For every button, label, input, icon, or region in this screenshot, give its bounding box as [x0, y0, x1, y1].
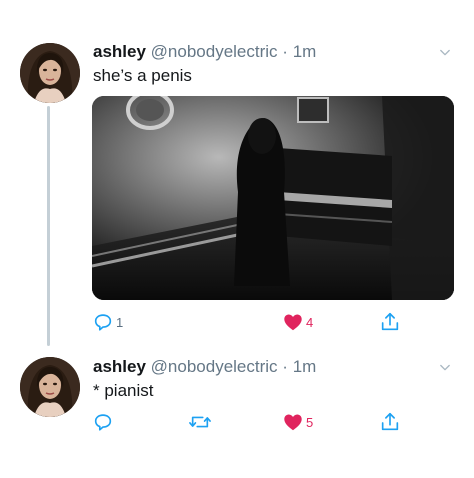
share-button[interactable]: [379, 310, 401, 334]
thread-connector-line: [47, 106, 50, 346]
heart-icon: [284, 314, 302, 331]
reply-button[interactable]: [92, 410, 116, 434]
reply-icon: [94, 414, 112, 431]
separator-dot: ·: [282, 357, 288, 376]
tweet-actions: 1 4: [92, 310, 452, 334]
user-handle[interactable]: @nobodyelectric: [151, 357, 278, 376]
like-count: 5: [306, 414, 314, 430]
like-count: 4: [306, 314, 314, 330]
like-button[interactable]: 4: [282, 310, 313, 334]
tweet-text: she’s a penis: [93, 66, 192, 85]
retweet-button[interactable]: [188, 410, 214, 434]
retweet-icon: [189, 416, 211, 428]
avatar[interactable]: [20, 43, 80, 103]
share-icon: [381, 312, 399, 331]
heart-icon: [284, 414, 302, 431]
display-name[interactable]: ashley: [93, 42, 146, 61]
avatar-image: [20, 357, 80, 417]
tweet-text: * pianist: [93, 381, 154, 400]
chevron-down-icon[interactable]: [440, 363, 450, 373]
separator-dot: ·: [282, 42, 288, 61]
share-icon: [381, 412, 399, 431]
timestamp[interactable]: 1m: [293, 42, 317, 61]
avatar[interactable]: [20, 357, 80, 417]
reply-icon: [94, 314, 112, 331]
like-button[interactable]: 5: [282, 410, 313, 434]
display-name[interactable]: ashley: [93, 357, 146, 376]
chevron-down-icon[interactable]: [440, 48, 450, 58]
share-button[interactable]: [379, 410, 401, 434]
tweet-header: ashley @nobodyelectric · 1m: [93, 42, 316, 62]
timestamp[interactable]: 1m: [293, 357, 317, 376]
user-handle[interactable]: @nobodyelectric: [151, 42, 278, 61]
tweet-media-image[interactable]: [92, 96, 454, 300]
reply-button[interactable]: 1: [92, 310, 123, 334]
tweet-header: ashley @nobodyelectric · 1m: [93, 357, 316, 377]
tweet-actions: 5: [92, 410, 452, 434]
reply-count: 1: [116, 314, 124, 330]
avatar-image: [20, 43, 80, 103]
